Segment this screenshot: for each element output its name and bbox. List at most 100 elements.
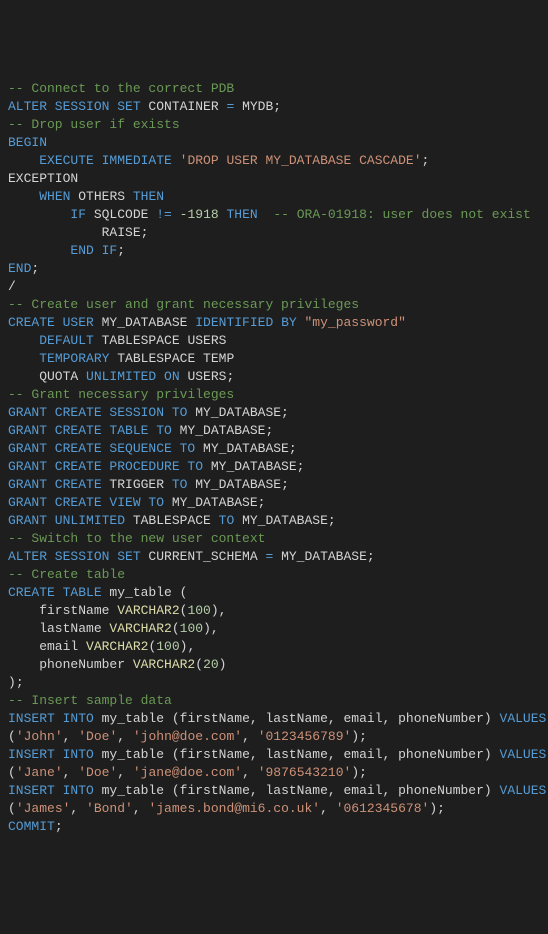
code-token [492,711,500,726]
code-token: lastName [8,621,109,636]
code-token: , [187,639,195,654]
code-token: TEMPORARY [39,351,109,366]
code-token: TABLESPACE TEMP [109,351,234,366]
code-line: ); [8,674,540,692]
code-token: my_table [102,585,180,600]
code-token: DEFAULT [39,333,94,348]
code-token: THEN [227,207,258,222]
code-token: , [242,765,258,780]
code-token [8,351,39,366]
code-token: ( [8,801,16,816]
code-token: 'DROP USER MY_DATABASE CASCADE' [180,153,422,168]
code-token: ( [172,711,180,726]
code-token: ; [359,765,367,780]
code-token: ) [203,621,211,636]
code-token: MY_DATABASE; [187,477,288,492]
code-line: / [8,278,540,296]
code-token: ) [8,675,16,690]
code-token: VARCHAR2 [133,657,195,672]
code-token: firstName [8,603,117,618]
code-token: 20 [203,657,219,672]
code-token: -1918 [180,207,219,222]
code-token: ; [273,99,281,114]
code-token: 'Doe' [78,765,117,780]
code-token: END IF [70,243,117,258]
code-line: lastName VARCHAR2(100), [8,620,540,638]
code-token: GRANT UNLIMITED [8,513,125,528]
code-token: CREATE TABLE [8,585,102,600]
code-line: INSERT INTO my_table (firstName, lastNam… [8,782,540,800]
code-token: ) [211,603,219,618]
code-line: CREATE USER MY_DATABASE IDENTIFIED BY "m… [8,314,540,332]
code-line: email VARCHAR2(100), [8,638,540,656]
code-line: EXECUTE IMMEDIATE 'DROP USER MY_DATABASE… [8,152,540,170]
code-token: firstName, lastName, email, phoneNumber [180,783,484,798]
code-line: TEMPORARY TABLESPACE TEMP [8,350,540,368]
code-token: ( [8,729,16,744]
code-token [258,207,274,222]
code-token: MY_DATABASE; [172,423,273,438]
code-token: != [156,207,172,222]
code-token: VARCHAR2 [86,639,148,654]
code-line: ('John', 'Doe', 'john@doe.com', '0123456… [8,728,540,746]
code-line: -- Connect to the correct PDB [8,80,540,98]
code-line: -- Grant necessary privileges [8,386,540,404]
code-token: ) [484,711,492,726]
code-token: TRIGGER [102,477,172,492]
code-token: email [8,639,86,654]
code-token: 'Jane' [16,765,63,780]
code-line: DEFAULT TABLESPACE USERS [8,332,540,350]
code-token: VARCHAR2 [109,621,171,636]
code-line: BEGIN [8,134,540,152]
code-token: MY_DATABASE [94,315,195,330]
code-token: ) [351,765,359,780]
code-token: 100 [156,639,179,654]
code-token: VALUES [500,783,547,798]
code-line: GRANT CREATE TABLE TO MY_DATABASE; [8,422,540,440]
code-token: EXCEPTION [8,171,78,186]
code-token: ( [8,765,16,780]
code-token: VARCHAR2 [117,603,179,618]
code-token: INSERT INTO [8,747,94,762]
code-token: TO [219,513,235,528]
code-token: OTHERS [70,189,132,204]
code-token: 'jane@doe.com' [133,765,242,780]
code-line: -- Switch to the new user context [8,530,540,548]
code-token: 100 [180,621,203,636]
code-editor[interactable]: -- Connect to the correct PDBALTER SESSI… [8,80,540,836]
code-token: MY_DATABASE; [164,495,265,510]
code-token: firstName, lastName, email, phoneNumber [180,711,484,726]
code-line: END IF; [8,242,540,260]
code-line: RAISE; [8,224,540,242]
code-token: TABLESPACE [125,513,219,528]
code-token: 'james.bond@mi6.co.uk' [148,801,320,816]
code-token: THEN [133,189,164,204]
code-token: ( [180,585,188,600]
code-token [8,153,39,168]
code-token: TO [172,477,188,492]
code-token: SQLCODE [86,207,156,222]
code-token: -- ORA-01918: user does not exist [273,207,530,222]
code-token: -- Create user and grant necessary privi… [8,297,359,312]
code-line: ('Jane', 'Doe', 'jane@doe.com', '9876543… [8,764,540,782]
code-token: CONTAINER [141,99,227,114]
code-token: ) [429,801,437,816]
code-token: '9876543210' [258,765,352,780]
code-line: INSERT INTO my_table (firstName, lastNam… [8,746,540,764]
code-token: 'john@doe.com' [133,729,242,744]
code-line: GRANT CREATE SEQUENCE TO MY_DATABASE; [8,440,540,458]
code-token: GRANT CREATE [8,477,102,492]
code-token: 'Bond' [86,801,133,816]
code-token: MY_DATABASE; [273,549,374,564]
code-line: GRANT CREATE SESSION TO MY_DATABASE; [8,404,540,422]
code-line: GRANT UNLIMITED TABLESPACE TO MY_DATABAS… [8,512,540,530]
code-token: , [63,729,79,744]
code-line: INSERT INTO my_table (firstName, lastNam… [8,710,540,728]
code-token: my_table [94,747,172,762]
code-token: 'Doe' [78,729,117,744]
code-token: MY_DATABASE; [203,459,304,474]
code-token: IDENTIFIED BY [195,315,296,330]
code-line: phoneNumber VARCHAR2(20) [8,656,540,674]
code-line: -- Create table [8,566,540,584]
code-token [172,207,180,222]
